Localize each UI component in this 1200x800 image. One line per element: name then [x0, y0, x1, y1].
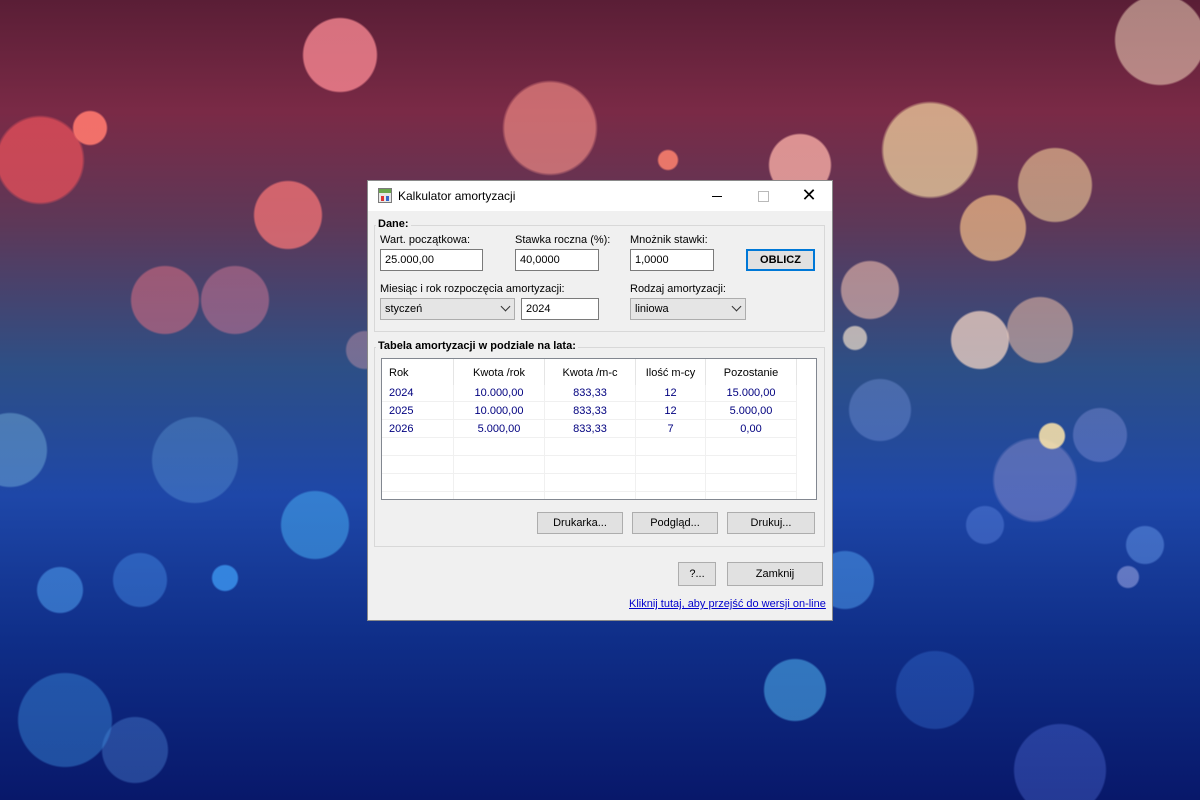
mnoznik-stawki-field[interactable] [630, 249, 714, 271]
chevron-down-icon [500, 301, 511, 312]
maximize-button[interactable] [740, 181, 786, 211]
rodzaj-select[interactable]: liniowa [630, 298, 746, 320]
rok-field[interactable] [521, 298, 599, 320]
zamknij-button[interactable]: Zamknij [727, 562, 823, 586]
table-header-pozostanie[interactable]: Pozostanie [706, 367, 796, 379]
drukarka-button[interactable]: Drukarka... [537, 512, 623, 534]
table-cell[interactable]: 5.000,00 [454, 423, 544, 435]
table-cell[interactable]: 12 [636, 387, 705, 399]
table-cell[interactable]: 15.000,00 [706, 387, 796, 399]
table-cell[interactable]: 833,33 [545, 423, 635, 435]
window-title: Kalkulator amortyzacji [398, 189, 516, 203]
table-cell[interactable]: 833,33 [545, 387, 635, 399]
rodzaj-amortyzacji-label: Rodzaj amortyzacji: [630, 283, 726, 295]
online-version-link[interactable]: Kliknij tutaj, aby przejść do wersji on-… [629, 598, 826, 610]
stawka-roczna-label: Stawka roczna (%): [515, 234, 611, 246]
grid-row-separator [382, 419, 796, 420]
miesiac-select[interactable]: styczeń [380, 298, 515, 320]
table-cell[interactable]: 10.000,00 [454, 387, 544, 399]
table-header-kwota-rok[interactable]: Kwota /rok [454, 367, 544, 379]
grid-row-separator [382, 455, 796, 456]
grid-row-separator [382, 401, 796, 402]
wart-poczatkowa-field[interactable] [380, 249, 483, 271]
title-bar[interactable]: Kalkulator amortyzacji ✕ [368, 181, 832, 211]
table-cell[interactable]: 2026 [389, 423, 413, 435]
minimize-icon [712, 195, 722, 197]
miesiac-select-value: styczeń [385, 303, 423, 315]
tabela-group-label: Tabela amortyzacji w podziale na lata: [376, 340, 578, 352]
help-button[interactable]: ?... [678, 562, 716, 586]
oblicz-button[interactable]: OBLICZ [746, 249, 815, 271]
table-cell[interactable]: 2025 [389, 405, 413, 417]
maximize-icon [757, 190, 769, 202]
table-cell[interactable]: 12 [636, 405, 705, 417]
grid-row-separator [382, 491, 796, 492]
calculator-icon [378, 188, 392, 203]
table-header-ilosc-mcy[interactable]: Ilość m-cy [636, 367, 705, 379]
table-cell[interactable]: 10.000,00 [454, 405, 544, 417]
calculator-window: Kalkulator amortyzacji ✕ Dane: Wart. poc… [367, 180, 833, 621]
header-separator [796, 359, 797, 385]
grid-row-separator [382, 473, 796, 474]
podglad-button[interactable]: Podgląd... [632, 512, 718, 534]
mnoznik-stawki-label: Mnożnik stawki: [630, 234, 708, 246]
dane-group-label: Dane: [376, 218, 411, 230]
minimize-button[interactable] [694, 181, 740, 211]
table-cell[interactable]: 7 [636, 423, 705, 435]
wart-poczatkowa-label: Wart. początkowa: [380, 234, 471, 246]
close-button[interactable]: ✕ [786, 181, 832, 211]
rodzaj-select-value: liniowa [635, 303, 669, 315]
table-header-kwota-mc[interactable]: Kwota /m-c [545, 367, 635, 379]
table-cell[interactable]: 2024 [389, 387, 413, 399]
miesiac-rok-label: Miesiąc i rok rozpoczęcia amortyzacji: [380, 283, 565, 295]
chevron-down-icon [731, 301, 742, 312]
drukuj-button[interactable]: Drukuj... [727, 512, 815, 534]
close-icon: ✕ [801, 185, 817, 205]
table-cell[interactable]: 5.000,00 [706, 405, 796, 417]
table-cell[interactable]: 0,00 [706, 423, 796, 435]
table-header-rok[interactable]: Rok [389, 367, 409, 379]
stawka-roczna-field[interactable] [515, 249, 599, 271]
amortization-table[interactable]: Rok Kwota /rok Kwota /m-c Ilość m-cy Poz… [381, 358, 817, 500]
table-cell[interactable]: 833,33 [545, 405, 635, 417]
grid-row-separator [382, 437, 796, 438]
